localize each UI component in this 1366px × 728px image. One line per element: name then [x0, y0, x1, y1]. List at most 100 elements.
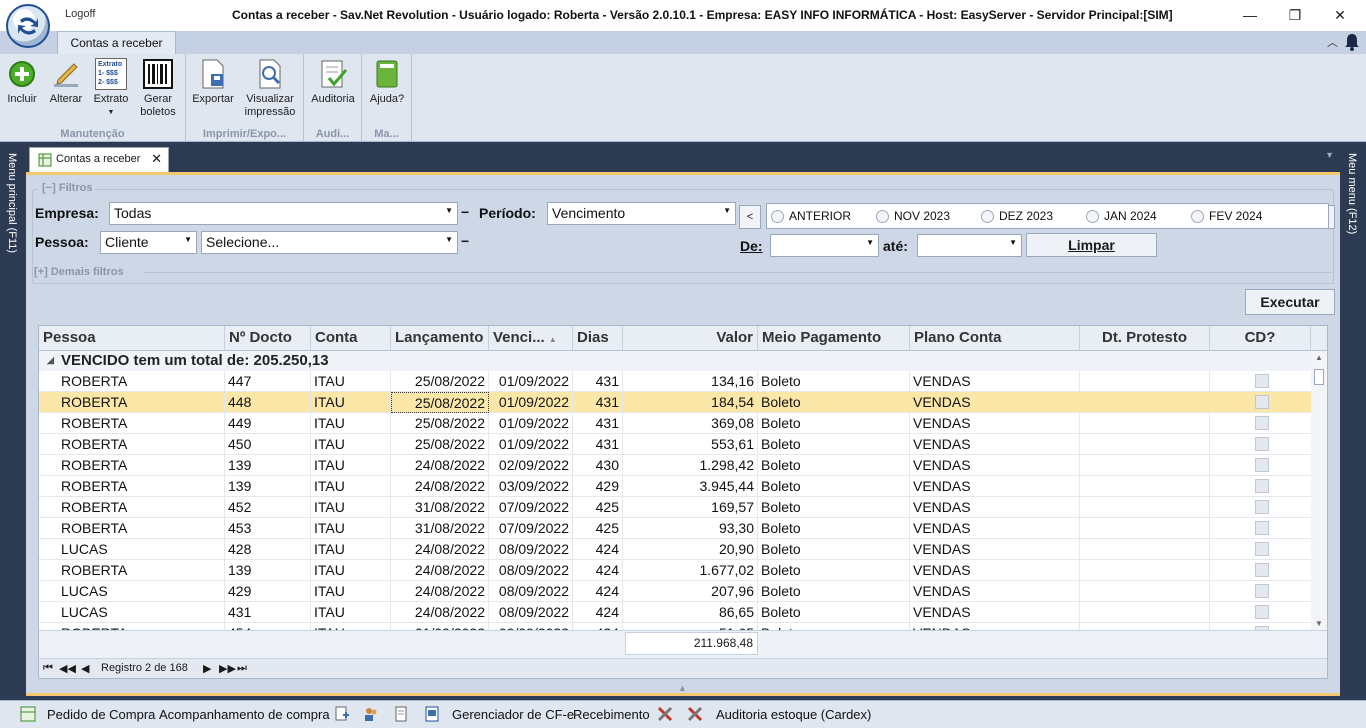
cell-plano[interactable]: VENDAS: [910, 392, 1080, 413]
cell-plano[interactable]: VENDAS: [910, 371, 1080, 392]
cell-lanc[interactable]: 24/08/2022: [391, 602, 489, 623]
filters-legend[interactable]: [−] Filtros: [39, 182, 96, 194]
cell-venc[interactable]: 01/09/2022: [489, 392, 573, 413]
scroll-up-icon[interactable]: ▲: [1315, 353, 1323, 362]
cell-venc[interactable]: 08/09/2022: [489, 581, 573, 602]
column-header-pessoa[interactable]: Pessoa: [39, 326, 225, 351]
cell-pessoa[interactable]: LUCAS: [39, 581, 225, 602]
cell-pessoa[interactable]: ROBERTA: [39, 497, 225, 518]
cell-pessoa[interactable]: ROBERTA: [39, 518, 225, 539]
cell-plano[interactable]: VENDAS: [910, 413, 1080, 434]
cell-lanc[interactable]: 24/08/2022: [391, 560, 489, 581]
scroll-thumb[interactable]: [1314, 369, 1324, 385]
table-row[interactable]: ROBERTA 453 ITAU 31/08/2022 07/09/2022 425 93,…: [39, 518, 1311, 539]
cell-dias[interactable]: 431: [573, 371, 623, 392]
cell-doc[interactable]: 449: [225, 413, 311, 434]
cell-prot[interactable]: [1080, 623, 1210, 630]
ate-date-picker[interactable]: ▼: [917, 234, 1022, 257]
cell-dias[interactable]: 424: [573, 623, 623, 630]
menu-principal-toggle[interactable]: Menu principal (F11): [6, 153, 18, 253]
cell-meio[interactable]: Boleto: [758, 497, 910, 518]
cell-valor[interactable]: 134,16: [623, 371, 758, 392]
cell-lanc[interactable]: 25/08/2022: [391, 413, 489, 434]
clear-pessoa-icon[interactable]: −: [461, 233, 469, 249]
document-tab-contas[interactable]: Contas a receber ✕: [29, 147, 169, 172]
cell-plano[interactable]: VENDAS: [910, 539, 1080, 560]
de-date-picker[interactable]: ▼: [770, 234, 879, 257]
cell-conta[interactable]: ITAU: [311, 602, 391, 623]
cell-pessoa[interactable]: LUCAS: [39, 539, 225, 560]
cell-conta[interactable]: ITAU: [311, 497, 391, 518]
cell-dias[interactable]: 424: [573, 602, 623, 623]
cell-venc[interactable]: 01/09/2022: [489, 413, 573, 434]
table-row[interactable]: ROBERTA 139 ITAU 24/08/2022 08/09/2022 424 1.6…: [39, 560, 1311, 581]
chevron-down-icon[interactable]: ▼: [723, 206, 731, 215]
cell-valor[interactable]: 184,54: [623, 392, 758, 413]
cell-prot[interactable]: [1080, 602, 1210, 623]
first-record-icon[interactable]: ⏮: [43, 662, 53, 675]
cell-doc[interactable]: 453: [225, 518, 311, 539]
cell-lanc[interactable]: 24/08/2022: [391, 455, 489, 476]
alterar-button[interactable]: Alterar: [46, 58, 86, 106]
chevron-down-icon[interactable]: ▼: [445, 235, 453, 244]
cell-conta[interactable]: ITAU: [311, 371, 391, 392]
chevron-down-icon[interactable]: ▼: [445, 206, 453, 215]
restore-button[interactable]: ❐: [1275, 2, 1315, 28]
panel-collapse-icon[interactable]: ▲: [678, 683, 687, 693]
cell-venc[interactable]: 03/09/2022: [489, 476, 573, 497]
cell-valor[interactable]: 3.945,44: [623, 476, 758, 497]
cell-lanc[interactable]: 24/08/2022: [391, 539, 489, 560]
cell-pessoa[interactable]: ROBERTA: [39, 623, 225, 630]
cell-dias[interactable]: 425: [573, 518, 623, 539]
cell-conta[interactable]: ITAU: [311, 581, 391, 602]
add-document-icon[interactable]: [334, 706, 350, 722]
chevron-down-icon[interactable]: ▼: [866, 238, 874, 247]
cell-pessoa[interactable]: ROBERTA: [39, 434, 225, 455]
cell-prot[interactable]: [1080, 413, 1210, 434]
next-record-icon[interactable]: ▶: [203, 662, 211, 675]
cell-meio[interactable]: Boleto: [758, 434, 910, 455]
column-header-lancamento[interactable]: Lançamento: [391, 326, 489, 351]
collapse-group-icon[interactable]: ◢: [47, 351, 54, 370]
cell-doc[interactable]: 454: [225, 623, 311, 630]
cell-doc[interactable]: 139: [225, 476, 311, 497]
next-page-icon[interactable]: ▶▶: [219, 662, 236, 675]
ribbon-minimize-icon[interactable]: ︿: [1327, 34, 1338, 50]
cell-valor[interactable]: 207,96: [623, 581, 758, 602]
chevron-down-icon[interactable]: ▼: [1009, 238, 1017, 247]
period-radio-fev-2024[interactable]: FEV 2024: [1191, 209, 1262, 223]
table-row[interactable]: ROBERTA 452 ITAU 31/08/2022 07/09/2022 425 169…: [39, 497, 1311, 518]
column-header-vencimento[interactable]: Venci... ▲: [489, 326, 573, 351]
column-header-dt-protesto[interactable]: Dt. Protesto: [1080, 326, 1210, 351]
cell-meio[interactable]: Boleto: [758, 602, 910, 623]
cell-doc[interactable]: 452: [225, 497, 311, 518]
cell-doc[interactable]: 428: [225, 539, 311, 560]
cell-meio[interactable]: Boleto: [758, 392, 910, 413]
cell-dias[interactable]: 431: [573, 413, 623, 434]
column-header-cd[interactable]: CD?: [1210, 326, 1311, 351]
column-header-dias[interactable]: Dias: [573, 326, 623, 351]
sheet-icon[interactable]: [20, 706, 36, 722]
cell-venc[interactable]: 07/09/2022: [489, 497, 573, 518]
cell-conta[interactable]: ITAU: [311, 392, 391, 413]
cell-dias[interactable]: 424: [573, 560, 623, 581]
cell-pessoa[interactable]: ROBERTA: [39, 455, 225, 476]
cell-lanc[interactable]: 24/08/2022: [391, 581, 489, 602]
cell-valor[interactable]: 86,65: [623, 602, 758, 623]
cell-doc[interactable]: 139: [225, 455, 311, 476]
cell-meio[interactable]: Boleto: [758, 518, 910, 539]
period-prev-button[interactable]: <: [739, 205, 761, 229]
cell-meio[interactable]: Boleto: [758, 539, 910, 560]
cell-prot[interactable]: [1080, 392, 1210, 413]
cell-venc[interactable]: 08/09/2022: [489, 602, 573, 623]
cell-prot[interactable]: [1080, 560, 1210, 581]
close-button[interactable]: ✕: [1320, 2, 1360, 28]
auditoria-button[interactable]: Auditoria: [308, 58, 358, 106]
table-row[interactable]: LUCAS 431 ITAU 24/08/2022 08/09/2022 424 86,65…: [39, 602, 1311, 623]
ajuda-button[interactable]: Ajuda?: [368, 58, 406, 106]
prev-page-icon[interactable]: ◀◀: [59, 662, 76, 675]
table-row[interactable]: ROBERTA 448 ITAU 25/08/2022 01/09/2022 431 184…: [39, 392, 1311, 413]
visualizar-impressao-button[interactable]: Visualizar impressão: [242, 58, 298, 119]
table-row[interactable]: LUCAS 429 ITAU 24/08/2022 08/09/2022 424 207,9…: [39, 581, 1311, 602]
cell-valor[interactable]: 1.298,42: [623, 455, 758, 476]
